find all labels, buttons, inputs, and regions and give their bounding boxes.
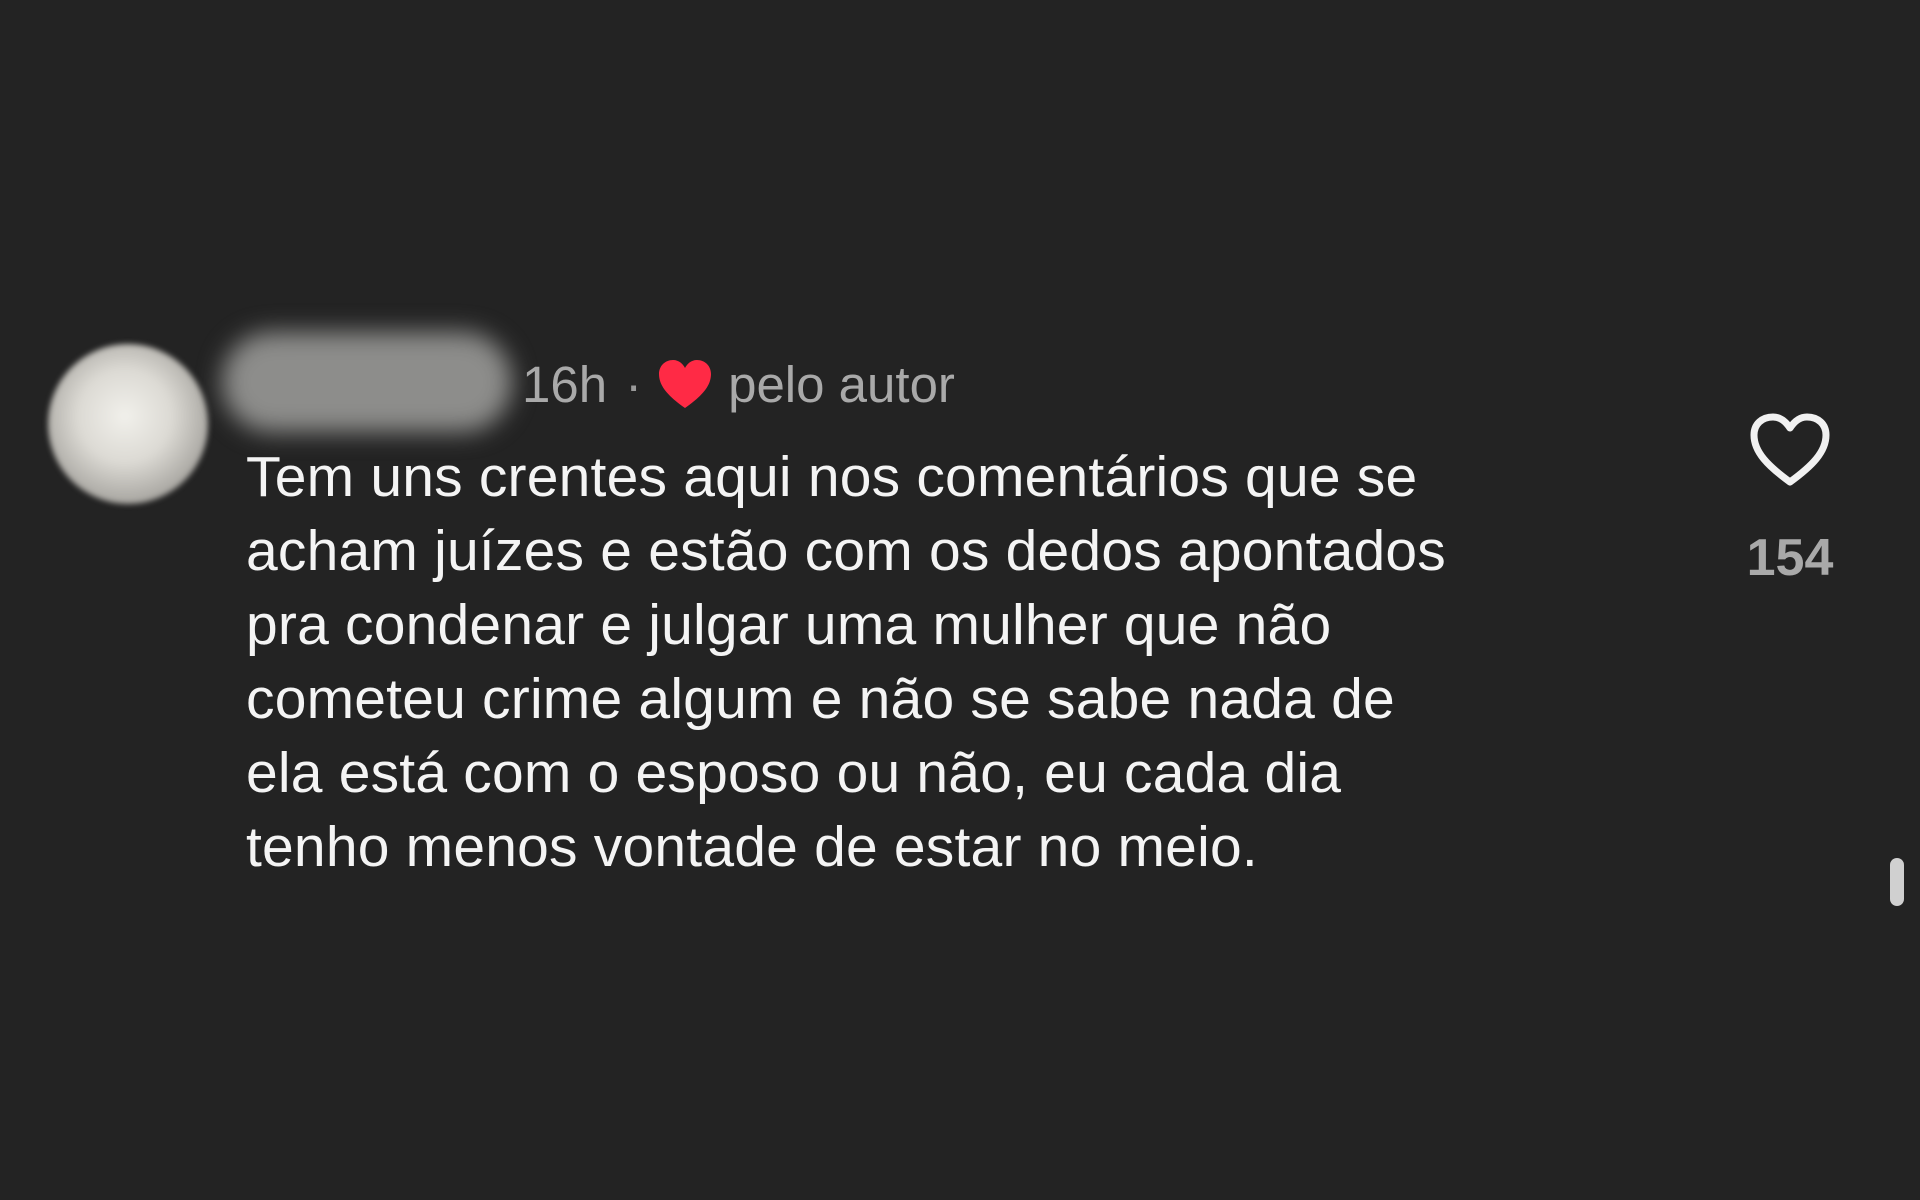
comment-meta: 16h · pelo autor: [522, 355, 955, 413]
avatar[interactable]: [48, 344, 208, 504]
comment-text: Tem uns crentes aqui nos comentários que…: [246, 445, 1447, 879]
liked-by-author-label: pelo autor: [728, 355, 955, 413]
scrollbar[interactable]: [1890, 858, 1904, 906]
comment-item: 16h · pelo autor Tem uns crentes aqui no…: [0, 0, 1920, 1200]
like-count: 154: [1746, 529, 1834, 587]
username-blurred[interactable]: [222, 332, 512, 432]
comment-time: 16h: [522, 355, 608, 413]
heart-outline-icon: [1750, 413, 1830, 486]
comment-screen: 16h · pelo autor Tem uns crentes aqui no…: [0, 0, 1920, 1200]
heart-filled-icon: [656, 358, 714, 410]
meta-separator: ·: [625, 355, 643, 413]
like-button[interactable]: [1748, 412, 1832, 488]
